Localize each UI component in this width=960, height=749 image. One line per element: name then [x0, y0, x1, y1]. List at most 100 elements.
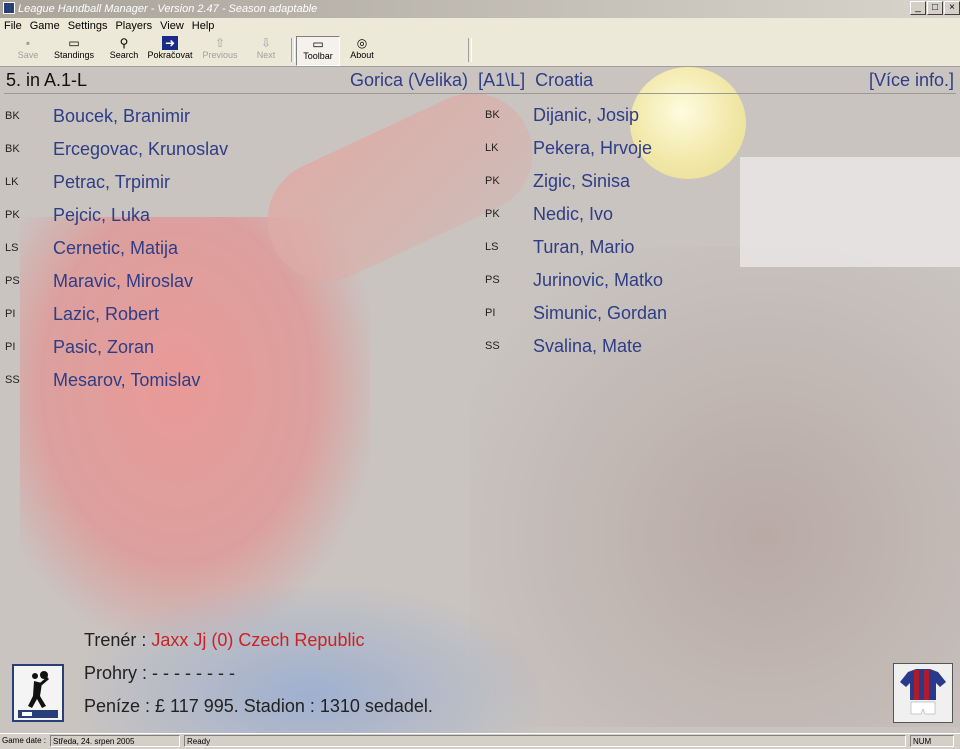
player-position: SS	[485, 340, 500, 352]
player-position: PS	[5, 275, 20, 287]
player-name[interactable]: Dijanic, Josip	[533, 103, 639, 127]
player-row[interactable]: PS Maravic, Miroslav	[5, 269, 305, 293]
team-country[interactable]: Croatia	[535, 70, 593, 90]
handball-player-icon	[18, 671, 58, 718]
player-name[interactable]: Simunic, Gordan	[533, 301, 667, 325]
player-name[interactable]: Jurinovic, Matko	[533, 268, 663, 292]
player-row[interactable]: PK Nedic, Ivo	[485, 202, 785, 226]
jersey-icon	[900, 669, 946, 715]
player-position: PI	[485, 307, 496, 319]
search-icon: ⚲	[119, 36, 129, 50]
player-position: BK	[5, 110, 20, 122]
close-button[interactable]: ×	[944, 1, 960, 15]
player-position: LK	[485, 142, 499, 154]
finance-line: Peníze : £ 117 995. Stadion : 1310 sedad…	[84, 696, 433, 716]
maximize-button[interactable]: □	[927, 1, 943, 15]
player-row[interactable]: PK Zigic, Sinisa	[485, 169, 785, 193]
standings-button[interactable]: ▭ Standings	[52, 36, 96, 64]
team-title: Gorica (Velika) [A1\L] Croatia	[350, 67, 593, 93]
minimize-button[interactable]: _	[910, 1, 926, 15]
player-name[interactable]: Boucek, Branimir	[53, 104, 190, 128]
player-row[interactable]: BK Ercegovac, Krunoslav	[5, 137, 305, 161]
window-title: League Handball Manager - Version 2.47 -…	[18, 3, 318, 15]
player-position: BK	[5, 143, 20, 155]
about-button[interactable]: ◎ About	[344, 36, 380, 64]
player-position: LS	[485, 241, 499, 253]
player-row[interactable]: BK Boucek, Branimir	[5, 104, 305, 128]
team-name[interactable]: Gorica (Velika)	[350, 70, 468, 90]
player-row[interactable]: PI Pasic, Zoran	[5, 335, 305, 359]
coach-value[interactable]: Jaxx Jj (0) Czech Republic	[151, 630, 364, 650]
player-row[interactable]: PK Pejcic, Luka	[5, 203, 305, 227]
next-button[interactable]: ⇩ Next	[246, 36, 286, 64]
monitor-icon: ▭	[312, 37, 324, 51]
player-name[interactable]: Maravic, Miroslav	[53, 269, 193, 293]
save-label: Save	[17, 50, 39, 60]
info-icon: ◎	[356, 36, 368, 50]
menu-game[interactable]: Game	[26, 18, 64, 34]
player-row[interactable]: LS Cernetic, Matija	[5, 236, 305, 260]
menu-view[interactable]: View	[156, 18, 188, 34]
about-label: About	[350, 50, 374, 60]
player-position: PI	[5, 308, 16, 320]
status-bar: Game date : Středa, 24. srpen 2005 Ready…	[0, 733, 960, 749]
player-name[interactable]: Ercegovac, Krunoslav	[53, 137, 228, 161]
player-position: PI	[5, 341, 16, 353]
coach-label: Trenér :	[84, 630, 147, 650]
player-row[interactable]: SS Svalina, Mate	[485, 334, 785, 358]
player-position: LS	[5, 242, 19, 254]
league-code[interactable]: [A1\L]	[478, 70, 525, 90]
continue-button[interactable]: ➜ Pokračovat	[146, 36, 194, 64]
save-button[interactable]: ▪ Save	[10, 36, 46, 64]
more-info-link[interactable]: [Více info.]	[869, 67, 954, 93]
player-name[interactable]: Cernetic, Matija	[53, 236, 178, 260]
team-info-bar: 5. in A.1-L Gorica (Velika) [A1\L] Croat…	[4, 67, 956, 94]
menu-settings[interactable]: Settings	[64, 18, 112, 34]
player-row[interactable]: LK Pekera, Hrvoje	[485, 136, 785, 160]
search-button[interactable]: ⚲ Search	[104, 36, 144, 64]
player-name[interactable]: Pasic, Zoran	[53, 335, 154, 359]
player-row[interactable]: PI Simunic, Gordan	[485, 301, 785, 325]
losses-label: Prohry :	[84, 663, 148, 683]
player-name[interactable]: Pejcic, Luka	[53, 203, 150, 227]
toolbar-label: Toolbar	[303, 51, 333, 61]
player-row[interactable]: SS Mesarov, Tomislav	[5, 368, 305, 392]
player-name[interactable]: Zigic, Sinisa	[533, 169, 630, 193]
player-row[interactable]: BK Dijanic, Josip	[485, 103, 785, 127]
arrow-right-icon: ➜	[162, 36, 178, 50]
player-name[interactable]: Mesarov, Tomislav	[53, 368, 200, 392]
team-jersey[interactable]	[893, 663, 953, 723]
player-row[interactable]: LS Turan, Mario	[485, 235, 785, 259]
handball-logo	[12, 664, 64, 722]
menu-bar: File Game Settings Players View Help	[0, 18, 960, 34]
toolbar-toggle-button[interactable]: ▭ Toolbar	[296, 36, 340, 66]
arrow-down-icon: ⇩	[260, 36, 272, 50]
losses-value: - - - - - - - -	[152, 663, 236, 683]
menu-help[interactable]: Help	[188, 18, 219, 34]
menu-file[interactable]: File	[0, 18, 26, 34]
table-icon: ▭	[68, 36, 80, 50]
status-text: Ready	[184, 735, 906, 747]
player-name[interactable]: Svalina, Mate	[533, 334, 642, 358]
title-bar: League Handball Manager - Version 2.47 -…	[0, 0, 960, 18]
player-position: SS	[5, 374, 20, 386]
player-row[interactable]: LK Petrac, Trpimir	[5, 170, 305, 194]
game-date-label: Game date :	[2, 736, 47, 745]
player-name[interactable]: Petrac, Trpimir	[53, 170, 170, 194]
arrow-up-icon: ⇧	[214, 36, 226, 50]
player-name[interactable]: Lazic, Robert	[53, 302, 159, 326]
player-name[interactable]: Turan, Mario	[533, 235, 634, 259]
player-position: PS	[485, 274, 500, 286]
menu-players[interactable]: Players	[111, 18, 156, 34]
disk-icon: ▪	[25, 36, 31, 50]
toolbar-separator-end	[468, 38, 472, 62]
player-name[interactable]: Nedic, Ivo	[533, 202, 613, 226]
app-icon	[3, 2, 15, 14]
previous-button[interactable]: ⇧ Previous	[200, 36, 240, 64]
player-position: BK	[485, 109, 500, 121]
player-row[interactable]: PS Jurinovic, Matko	[485, 268, 785, 292]
num-lock-indicator: NUM	[910, 735, 954, 747]
player-row[interactable]: PI Lazic, Robert	[5, 302, 305, 326]
player-name[interactable]: Pekera, Hrvoje	[533, 136, 652, 160]
toolbar: ▪ Save ▭ Standings ⚲ Search ➜ Pokračovat…	[0, 34, 960, 67]
